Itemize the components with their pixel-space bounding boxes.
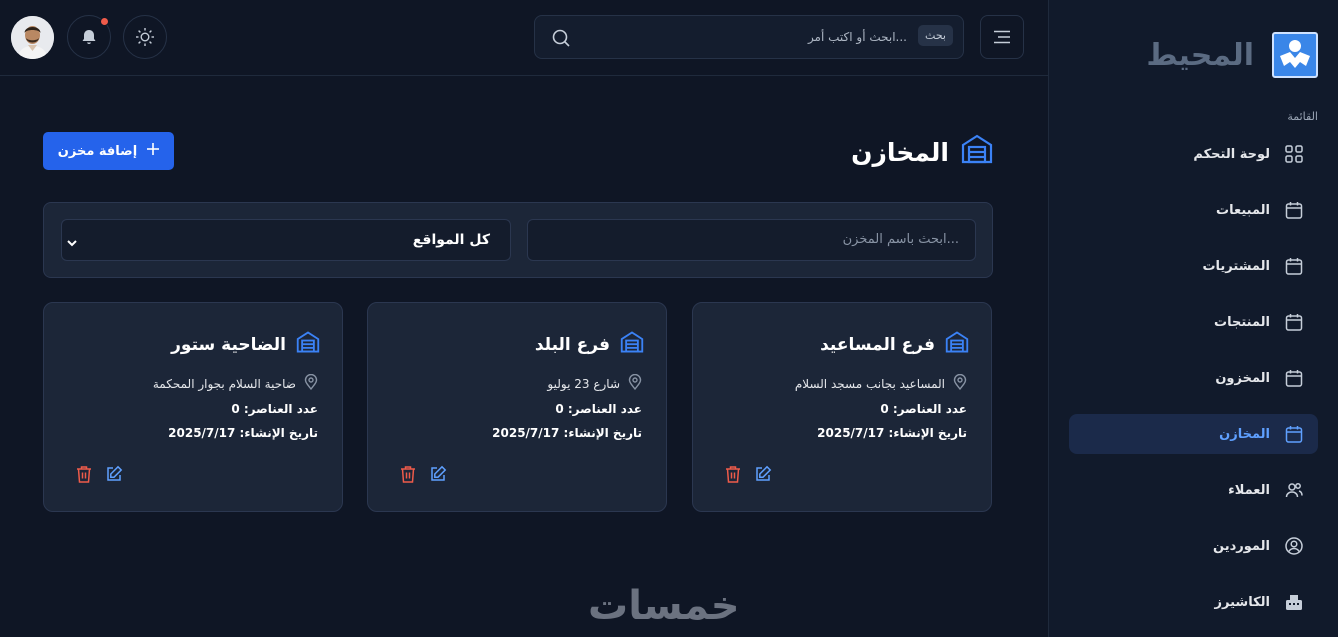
- sidebar-item-label: العملاء: [1228, 482, 1270, 498]
- sidebar-item-label: المبيعات: [1216, 202, 1270, 218]
- brand-name: المحيط: [1146, 37, 1254, 73]
- notification-dot: [100, 17, 109, 26]
- menu-title: القائمة: [1287, 110, 1318, 123]
- menu-toggle-button[interactable]: [980, 15, 1024, 59]
- watermark-logo: خمسات: [588, 583, 740, 629]
- warehouse-card-title: فرع المساعيد: [820, 331, 969, 358]
- warehouse-location-text: المساعيد بجانب مسجد السلام: [794, 376, 945, 391]
- brand[interactable]: المحيط: [1146, 32, 1318, 78]
- warehouse-card: فرع المساعيد المساعيد بجانب مسجد السلام …: [692, 302, 992, 512]
- dashboard-icon: [1284, 144, 1304, 164]
- calendar-icon: [1284, 312, 1304, 332]
- warehouse-name: فرع البلد: [534, 334, 610, 355]
- bell-icon: [82, 30, 96, 44]
- warehouse-location-text: شارع 23 يوليو: [547, 376, 620, 391]
- delete-icon[interactable]: [398, 464, 418, 484]
- edit-icon[interactable]: [428, 464, 448, 484]
- warehouse-icon: [620, 331, 644, 358]
- sidebar-menu: لوحة التحكم المبيعات المشتريات المنتجات …: [1069, 134, 1318, 637]
- sidebar-item-products[interactable]: المنتجات: [1069, 302, 1318, 342]
- sidebar-item-suppliers[interactable]: الموردين: [1069, 526, 1318, 566]
- warehouse-card: الضاحية ستور ضاحية السلام بجوار المحكمة …: [43, 302, 343, 512]
- warehouse-search-input[interactable]: ابحث باسم المخزن...: [527, 219, 976, 261]
- sidebar-item-label: المخازن: [1219, 426, 1270, 442]
- warehouse-icon: [961, 134, 993, 170]
- location-select-value: كل المواقع: [412, 232, 490, 248]
- users-icon: [1284, 480, 1304, 500]
- plus-icon: [147, 143, 160, 159]
- sidebar-item-customers[interactable]: العملاء: [1069, 470, 1318, 510]
- warehouse-created-date: تاريخ الإنشاء: 2025/7/17: [817, 426, 967, 440]
- location-select[interactable]: كل المواقع: [61, 219, 511, 261]
- warehouse-icon: [945, 331, 969, 358]
- map-pin-icon: [953, 373, 967, 393]
- chevron-down-icon: [66, 234, 78, 253]
- sidebar-item-warehouses[interactable]: المخازن: [1069, 414, 1318, 454]
- warehouse-items-count: عدد العناصر: 0: [555, 402, 642, 416]
- warehouse-location: ضاحية السلام بجوار المحكمة: [152, 373, 318, 393]
- warehouse-icon: [296, 331, 320, 358]
- menu-lines-icon: [994, 30, 1010, 44]
- map-pin-icon: [628, 373, 642, 393]
- warehouse-location-text: ضاحية السلام بجوار المحكمة: [152, 376, 296, 391]
- calendar-icon: [1284, 256, 1304, 276]
- global-search-input[interactable]: بحث ابحث أو اكتب أمر...: [534, 15, 964, 59]
- sidebar-item-purchases[interactable]: المشتريات: [1069, 246, 1318, 286]
- warehouse-created-date: تاريخ الإنشاء: 2025/7/17: [492, 426, 642, 440]
- map-pin-icon: [304, 373, 318, 393]
- user-circle-icon: [1284, 536, 1304, 556]
- top-header: بحث ابحث أو اكتب أمر...: [0, 0, 1048, 76]
- calendar-icon: [1284, 368, 1304, 388]
- sidebar-item-label: المخزون: [1215, 370, 1270, 386]
- sidebar: المحيط القائمة لوحة التحكم المبيعات المش…: [1048, 0, 1338, 637]
- warehouse-location: شارع 23 يوليو: [547, 373, 642, 393]
- add-warehouse-label: إضافة مخزن: [57, 143, 138, 159]
- sidebar-item-dashboard[interactable]: لوحة التحكم: [1069, 134, 1318, 174]
- sidebar-item-cashiers[interactable]: الكاشيرز: [1069, 582, 1318, 622]
- warehouse-name: فرع المساعيد: [820, 334, 935, 355]
- notifications-button[interactable]: [67, 15, 111, 59]
- delete-icon[interactable]: [74, 464, 94, 484]
- sidebar-item-sales[interactable]: المبيعات: [1069, 190, 1318, 230]
- user-avatar[interactable]: [11, 16, 54, 59]
- calendar-icon: [1284, 200, 1304, 220]
- page-title: المخازن: [851, 134, 993, 170]
- search-icon: [551, 28, 571, 52]
- card-actions: [398, 464, 448, 484]
- sidebar-item-label: المشتريات: [1202, 258, 1270, 274]
- sidebar-item-label: لوحة التحكم: [1193, 146, 1270, 162]
- sidebar-item-label: الكاشيرز: [1214, 594, 1270, 610]
- delete-icon[interactable]: [723, 464, 743, 484]
- warehouse-location: المساعيد بجانب مسجد السلام: [794, 373, 967, 393]
- sidebar-item-label: الموردين: [1213, 538, 1270, 554]
- warehouse-items-count: عدد العناصر: 0: [880, 402, 967, 416]
- page-title-text: المخازن: [851, 137, 949, 167]
- calendar-icon: [1284, 424, 1304, 444]
- sidebar-item-label: المنتجات: [1214, 314, 1270, 330]
- brand-logo-icon: [1272, 32, 1318, 78]
- warehouse-name: الضاحية ستور: [171, 334, 286, 355]
- warehouse-created-date: تاريخ الإنشاء: 2025/7/17: [168, 426, 318, 440]
- card-actions: [74, 464, 124, 484]
- warehouse-card: فرع البلد شارع 23 يوليو عدد العناصر: 0 ت…: [367, 302, 667, 512]
- sidebar-item-inventory[interactable]: المخزون: [1069, 358, 1318, 398]
- theme-toggle-button[interactable]: [123, 15, 167, 59]
- add-warehouse-button[interactable]: إضافة مخزن: [43, 132, 174, 170]
- filters-panel: ابحث باسم المخزن... كل المواقع: [43, 202, 993, 278]
- card-actions: [723, 464, 773, 484]
- cashier-icon: [1284, 592, 1304, 612]
- edit-icon[interactable]: [753, 464, 773, 484]
- sun-icon: [136, 28, 154, 46]
- warehouse-items-count: عدد العناصر: 0: [231, 402, 318, 416]
- edit-icon[interactable]: [104, 464, 124, 484]
- warehouse-card-title: فرع البلد: [535, 331, 644, 358]
- search-shortcut-badge: بحث: [918, 25, 953, 46]
- search-placeholder: ابحث أو اكتب أمر...: [807, 30, 907, 44]
- warehouse-card-title: الضاحية ستور: [171, 331, 320, 358]
